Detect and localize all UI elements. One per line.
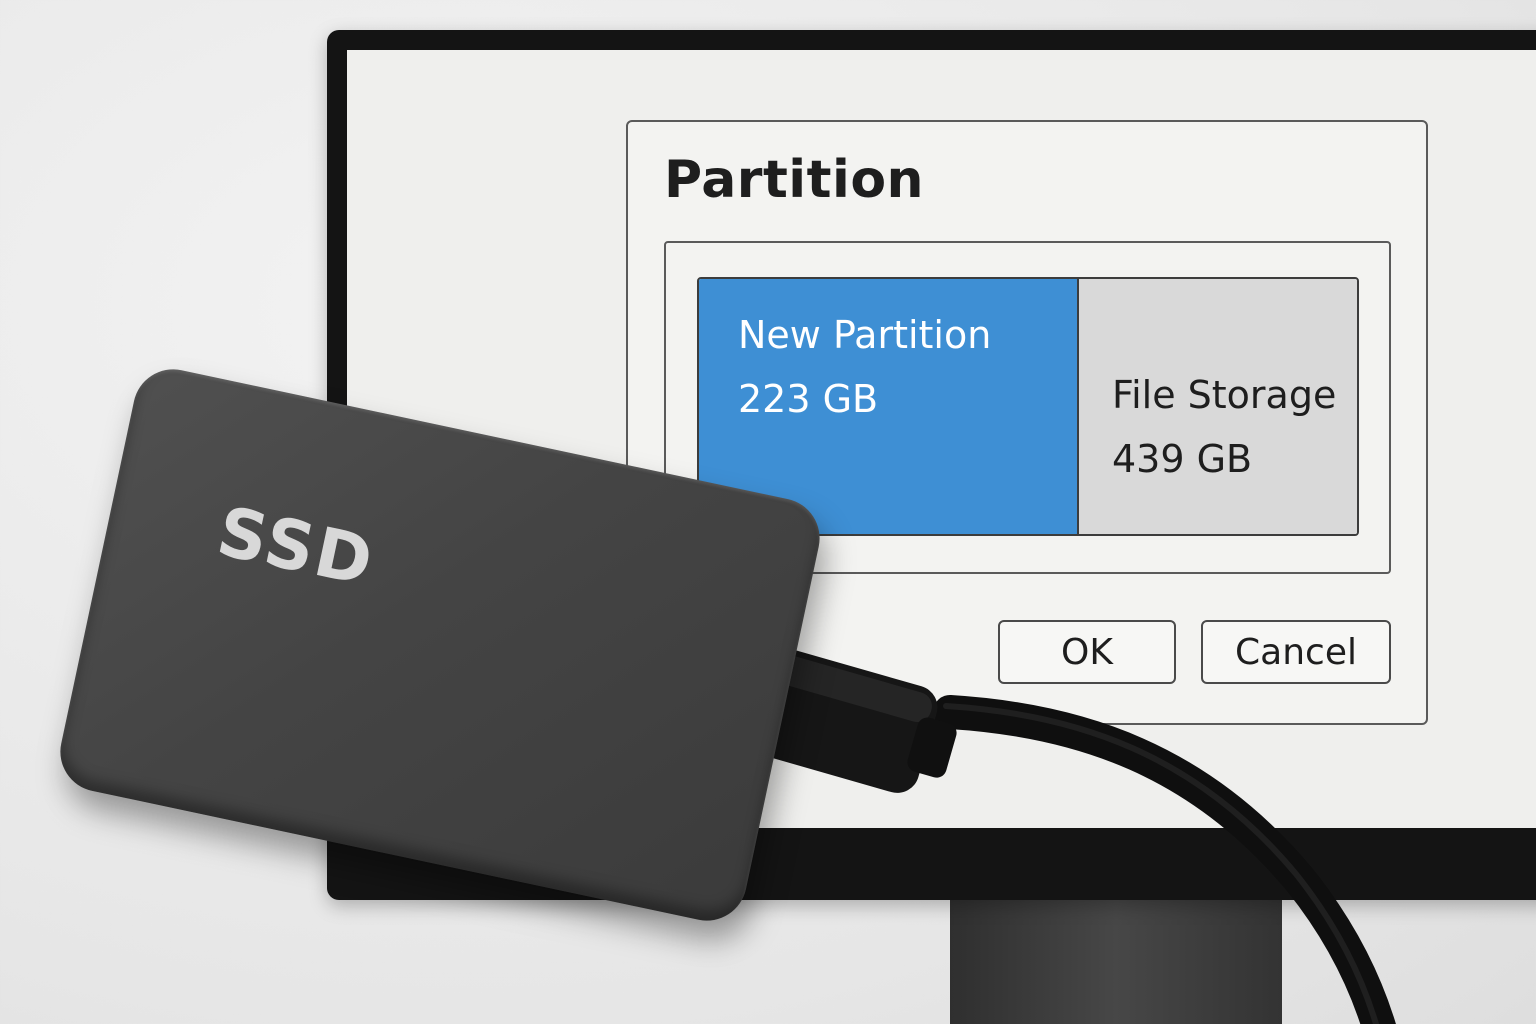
ssd-label: SSD [210,492,381,603]
